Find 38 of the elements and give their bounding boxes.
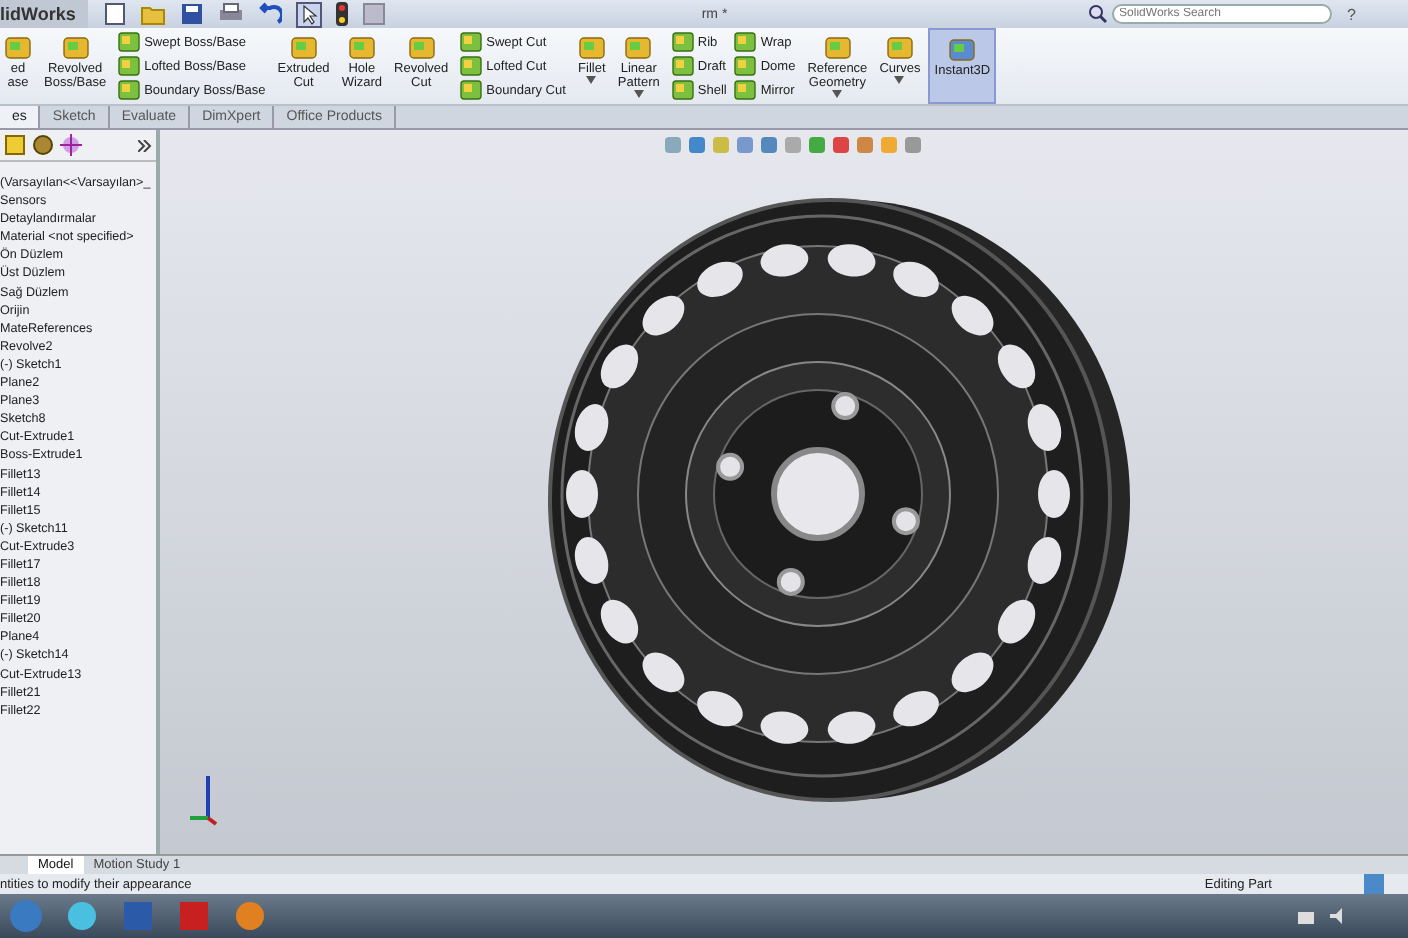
feature-icon xyxy=(671,32,694,52)
feature-icon xyxy=(885,34,914,62)
feature-icon xyxy=(823,34,852,62)
feature-icon xyxy=(577,34,606,62)
app-logo[interactable]: lidWorks xyxy=(0,0,88,28)
undo-icon[interactable] xyxy=(257,2,282,26)
volume-icon[interactable] xyxy=(1328,906,1348,926)
feature-icon xyxy=(289,34,318,62)
new-document-icon[interactable] xyxy=(103,2,126,26)
dropdown-caret-icon[interactable] xyxy=(633,90,644,98)
feature-icon xyxy=(671,80,694,100)
select-cursor-icon[interactable] xyxy=(295,1,322,27)
help-button[interactable]: ? xyxy=(1347,5,1396,23)
feature-icon xyxy=(734,56,757,76)
feature-icon xyxy=(734,80,757,100)
crosshair-icon[interactable] xyxy=(60,134,82,156)
dropdown-caret-icon[interactable] xyxy=(586,76,597,84)
feature-icon xyxy=(407,34,436,62)
feature-icon xyxy=(460,56,483,76)
feature-icon xyxy=(948,36,977,64)
feature-icon xyxy=(118,80,141,100)
feature-icon xyxy=(460,32,483,52)
feature-icon xyxy=(734,32,757,52)
feature-icon xyxy=(624,34,653,62)
feature-icon xyxy=(671,56,694,76)
traffic-light-icon[interactable] xyxy=(335,2,348,26)
dropdown-caret-icon[interactable] xyxy=(832,90,843,98)
save-icon[interactable] xyxy=(179,2,204,26)
expand-chevron-icon[interactable] xyxy=(138,139,152,151)
print-icon[interactable] xyxy=(217,2,244,26)
feature-icon xyxy=(4,34,32,62)
feature-icon xyxy=(118,56,141,76)
feature-icon xyxy=(61,34,90,62)
feature-icon xyxy=(460,80,483,100)
feature-icon xyxy=(118,32,141,52)
feature-icon xyxy=(347,34,376,62)
search-icon xyxy=(1087,4,1108,24)
dropdown-caret-icon[interactable] xyxy=(894,76,905,84)
